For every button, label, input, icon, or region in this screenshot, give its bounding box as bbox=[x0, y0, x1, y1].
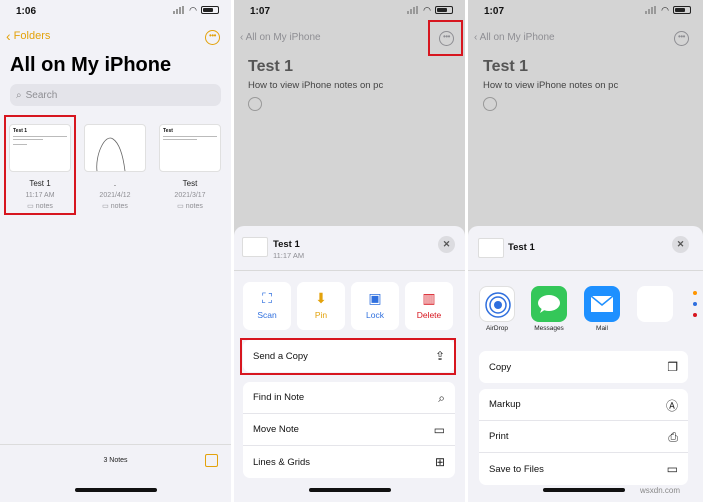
page-title: All on My iPhone bbox=[10, 54, 172, 76]
scan-button[interactable]: ⛶ Scan bbox=[243, 282, 291, 330]
sheet-note-title: Test 1 bbox=[273, 239, 300, 250]
lock-icon: ▣ bbox=[368, 290, 382, 306]
messages-icon[interactable] bbox=[531, 286, 567, 322]
compose-icon[interactable] bbox=[205, 454, 218, 467]
battery-icon bbox=[673, 6, 691, 14]
note-preview bbox=[242, 237, 268, 257]
grid-icon: ⊞ bbox=[434, 455, 445, 469]
chevron-left-icon: ‹ bbox=[6, 27, 11, 44]
status-time: 1:07 bbox=[250, 6, 271, 17]
messages-label: Messages bbox=[534, 325, 564, 332]
signal-icon bbox=[173, 6, 185, 14]
mail-label: Mail bbox=[596, 325, 608, 332]
copy-group: Copy ❐ bbox=[479, 351, 688, 383]
airdrop-icon[interactable] bbox=[479, 286, 515, 322]
highlight-box bbox=[428, 20, 463, 56]
folder-icon: ▭ bbox=[102, 203, 111, 210]
note-name: Test bbox=[182, 179, 198, 188]
folder-icon: ▭ bbox=[433, 423, 445, 437]
note-preview bbox=[478, 238, 504, 258]
more-apps-icon[interactable] bbox=[689, 286, 703, 322]
search-placeholder: Search bbox=[25, 89, 58, 101]
wifi-icon: ◠ bbox=[661, 5, 669, 15]
home-indicator bbox=[309, 488, 391, 492]
note-folder: ▭ notes bbox=[102, 203, 128, 210]
status-icons: ◠ bbox=[173, 5, 219, 15]
trash-icon: ▥ bbox=[422, 290, 436, 306]
note-options-screen: 1:07 ◠ ‹ All on My iPhone ••• Test 1 How… bbox=[234, 0, 465, 502]
wifi-icon: ◠ bbox=[189, 5, 197, 15]
scan-icon: ⛶ bbox=[262, 290, 272, 306]
watermark: wsxdn.com bbox=[640, 486, 681, 495]
note-thumbnail[interactable] bbox=[84, 124, 146, 172]
note-count: 3 Notes bbox=[103, 457, 128, 464]
status-time: 1:07 bbox=[484, 6, 505, 17]
delete-button[interactable]: ▥ Delete bbox=[405, 282, 453, 330]
lines-grids-button[interactable]: Lines & Grids ⊞ bbox=[243, 446, 455, 478]
markup-icon: Ⓐ bbox=[665, 398, 678, 413]
save-to-files-button[interactable]: Save to Files ▭ bbox=[479, 453, 688, 485]
highlight-box bbox=[4, 115, 76, 215]
back-button[interactable]: ‹ Folders bbox=[6, 27, 51, 44]
back-label: Folders bbox=[13, 30, 51, 42]
note-folder: ▭ notes bbox=[177, 203, 203, 210]
close-icon[interactable]: ✕ bbox=[672, 236, 689, 253]
sheet-note-title: Test 1 bbox=[508, 242, 535, 253]
home-indicator bbox=[543, 488, 625, 492]
pin-icon: ⬇ bbox=[315, 290, 327, 306]
folder-icon: ▭ bbox=[666, 462, 678, 476]
checkbox-icon bbox=[483, 97, 497, 111]
note-name: . bbox=[113, 179, 117, 188]
battery-icon bbox=[201, 6, 219, 14]
signal-icon bbox=[407, 6, 419, 14]
sheet-note-time: 11:17 AM bbox=[273, 251, 305, 260]
note-actions-group: Find in Note ⌕ Move Note ▭ Lines & Grids… bbox=[243, 382, 455, 478]
more-button[interactable]: ••• bbox=[674, 31, 689, 46]
note-title: Test 1 bbox=[248, 58, 294, 75]
wifi-icon: ◠ bbox=[423, 5, 431, 15]
print-icon: ⎙ bbox=[668, 429, 678, 444]
home-indicator bbox=[75, 488, 157, 492]
note-date: 2021/4/12 bbox=[99, 192, 131, 199]
pin-button[interactable]: ⬇ Pin bbox=[297, 282, 345, 330]
search-input[interactable]: ⌕ Search bbox=[10, 84, 221, 106]
sketch-drawing bbox=[96, 137, 126, 171]
folder-icon: ▭ bbox=[177, 203, 186, 210]
back-button[interactable]: ‹ All on My iPhone bbox=[240, 32, 321, 43]
note-thumbnail[interactable]: Test bbox=[159, 124, 221, 172]
airdrop-label: AirDrop bbox=[485, 325, 509, 332]
status-time: 1:06 bbox=[16, 6, 37, 17]
close-icon[interactable]: ✕ bbox=[438, 236, 455, 253]
share-actions-group: Markup Ⓐ Print ⎙ Save to Files ▭ bbox=[479, 389, 688, 485]
share-sheet-screen: 1:07 ◠ ‹ All on My iPhone ••• Test 1 How… bbox=[468, 0, 703, 502]
bottom-toolbar bbox=[0, 444, 231, 502]
find-in-note-button[interactable]: Find in Note ⌕ bbox=[243, 382, 455, 414]
print-button[interactable]: Print ⎙ bbox=[479, 421, 688, 453]
notes-list-screen: 1:06 ◠ ‹ Folders ••• All on My iPhone ⌕ … bbox=[0, 0, 231, 502]
signal-icon bbox=[645, 6, 657, 14]
status-icons: ◠ bbox=[645, 5, 691, 15]
thumb-title: Test bbox=[163, 128, 173, 134]
battery-icon bbox=[435, 6, 453, 14]
copy-button[interactable]: Copy ❐ bbox=[479, 351, 688, 383]
note-body: How to view iPhone notes on pc bbox=[248, 80, 384, 91]
search-icon: ⌕ bbox=[438, 390, 445, 405]
note-date: 2021/3/17 bbox=[174, 192, 206, 199]
markup-button[interactable]: Markup Ⓐ bbox=[479, 389, 688, 421]
move-note-button[interactable]: Move Note ▭ bbox=[243, 414, 455, 446]
status-icons: ◠ bbox=[407, 5, 453, 15]
note-body: How to view iPhone notes on pc bbox=[483, 80, 619, 91]
copy-icon: ❐ bbox=[667, 360, 678, 374]
note-title: Test 1 bbox=[483, 58, 529, 75]
more-button[interactable]: ••• bbox=[205, 30, 220, 45]
highlight-box bbox=[240, 338, 456, 375]
blank-app-icon[interactable] bbox=[637, 286, 673, 322]
mail-icon[interactable] bbox=[584, 286, 620, 322]
lock-button[interactable]: ▣ Lock bbox=[351, 282, 399, 330]
checkbox-icon bbox=[248, 97, 262, 111]
back-button[interactable]: ‹ All on My iPhone bbox=[474, 32, 555, 43]
search-icon: ⌕ bbox=[16, 89, 22, 101]
